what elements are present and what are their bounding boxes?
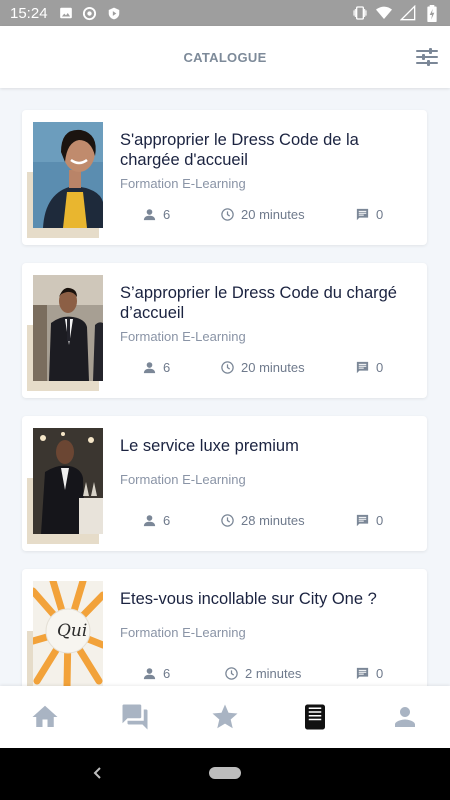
at-notification-icon: [82, 5, 98, 21]
duration-stat: 20 minutes: [220, 360, 305, 375]
course-type: Formation E-Learning: [120, 329, 246, 344]
course-type: Formation E-Learning: [120, 472, 246, 487]
comments-stat: 0: [355, 207, 383, 222]
vibrate-icon: [352, 5, 368, 21]
clock-icon: [221, 208, 234, 221]
participants-count: 6: [163, 513, 171, 528]
comments-count: 0: [376, 513, 384, 528]
participants-count: 6: [163, 207, 171, 222]
comment-icon: [356, 514, 369, 527]
star-icon[interactable]: [210, 702, 240, 732]
participants-stat: 6: [142, 207, 170, 222]
comments-count: 0: [376, 360, 384, 375]
comments-stat: 0: [355, 360, 383, 375]
course-stats: 6 20 minutes 0: [120, 207, 405, 223]
course-stats: 6 2 minutes 0: [120, 666, 405, 682]
participants-stat: 6: [142, 666, 170, 681]
comment-icon: [356, 667, 369, 680]
course-type: Formation E-Learning: [120, 176, 246, 191]
participants-stat: 6: [142, 513, 170, 528]
course-stats: 6 20 minutes 0: [120, 360, 405, 376]
course-card[interactable]: S'approprier le Dress Code de la chargée…: [22, 110, 427, 245]
duration-value: 20 minutes: [241, 207, 305, 222]
duration-stat: 20 minutes: [220, 207, 305, 222]
home-icon[interactable]: [30, 702, 60, 732]
person-icon: [143, 515, 156, 527]
app-header: CATALOGUE: [0, 26, 450, 88]
person-icon: [143, 668, 156, 680]
comments-stat: 0: [355, 513, 383, 528]
comment-icon: [356, 361, 369, 374]
thumbnail-logo-text: Qui: [57, 621, 88, 641]
signal-icon: [400, 5, 416, 21]
back-chevron-icon[interactable]: [90, 765, 106, 781]
course-stats: 6 28 minutes 0: [120, 513, 405, 529]
course-card[interactable]: Le service luxe premium Formation E-Lear…: [22, 416, 427, 551]
person-icon[interactable]: [390, 702, 420, 732]
duration-stat: 2 minutes: [224, 666, 301, 681]
gallery-notification-icon: [58, 5, 74, 21]
bottom-navigation: [0, 686, 450, 748]
system-navigation-bar: [0, 748, 450, 800]
page-title: CATALOGUE: [183, 49, 267, 65]
book-icon[interactable]: [300, 702, 330, 732]
shield-notification-icon: [106, 5, 122, 21]
comment-icon: [356, 208, 369, 221]
clock-icon: [225, 667, 238, 680]
participants-count: 6: [163, 360, 171, 375]
course-thumbnail: Qui: [27, 581, 103, 686]
participants-stat: 6: [142, 360, 170, 375]
course-card[interactable]: S’approprier le Dress Code du chargé d’a…: [22, 263, 427, 398]
battery-icon: [424, 4, 440, 22]
course-list: S'approprier le Dress Code de la chargée…: [0, 88, 450, 686]
clock-icon: [221, 361, 234, 374]
status-bar: 15:24: [0, 0, 450, 26]
clock-icon: [221, 514, 234, 527]
duration-stat: 28 minutes: [220, 513, 305, 528]
course-thumbnail: [27, 428, 103, 544]
course-thumbnail: [27, 122, 103, 238]
comments-count: 0: [376, 207, 384, 222]
home-pill-button[interactable]: [209, 767, 241, 779]
forum-icon[interactable]: [120, 702, 150, 732]
course-title: S’approprier le Dress Code du chargé d’a…: [120, 284, 397, 322]
comments-count: 0: [376, 666, 384, 681]
status-time: 15:24: [10, 4, 48, 22]
course-card[interactable]: Qui Etes-vous incollable sur City One ? …: [22, 569, 427, 686]
duration-value: 2 minutes: [245, 666, 302, 681]
course-title: Etes-vous incollable sur City One ?: [120, 590, 377, 608]
person-icon: [143, 362, 156, 374]
course-thumbnail: [27, 275, 103, 391]
tune-icon[interactable]: [414, 44, 440, 70]
course-title: S'approprier le Dress Code de la chargée…: [120, 131, 359, 169]
person-icon: [143, 209, 156, 221]
course-title: Le service luxe premium: [120, 437, 299, 455]
wifi-icon: [376, 5, 392, 21]
comments-stat: 0: [355, 666, 383, 681]
course-type: Formation E-Learning: [120, 625, 246, 640]
participants-count: 6: [163, 666, 171, 681]
duration-value: 28 minutes: [241, 513, 305, 528]
duration-value: 20 minutes: [241, 360, 305, 375]
